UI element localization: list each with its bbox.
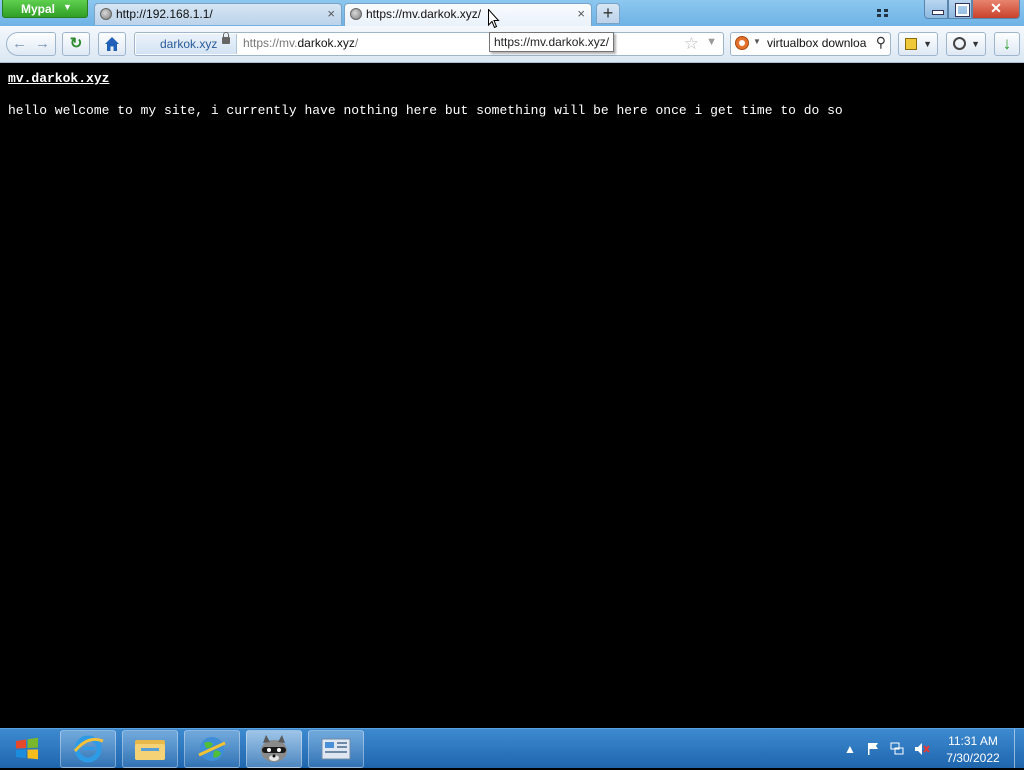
download-arrow-icon: ↓ — [1002, 34, 1012, 53]
downloads-button[interactable]: ↓ — [994, 32, 1020, 56]
identity-label: darkok.xyz — [160, 37, 218, 51]
home-button[interactable] — [98, 32, 126, 56]
action-center-flag-icon[interactable] — [866, 742, 880, 756]
close-tab-icon[interactable]: × — [577, 6, 585, 21]
url-input[interactable]: https://mv.darkok.xyz/ — [243, 36, 358, 50]
minimize-icon — [932, 10, 944, 15]
bookmarks-icon — [905, 38, 917, 50]
globe-icon — [350, 8, 362, 20]
start-button-windows-icon[interactable] — [6, 731, 48, 767]
history-clock-icon — [953, 37, 966, 50]
show-hidden-icons-icon[interactable]: ▲ — [843, 742, 857, 756]
taskbar-internet-explorer[interactable] — [60, 730, 116, 768]
restore-button[interactable] — [948, 0, 972, 19]
url-tooltip: https://mv.darkok.xyz/ — [489, 32, 615, 52]
taskbar: ▲ 11:31 AM 7/30/2022 — [0, 728, 1024, 768]
chevron-down-icon: ▼ — [923, 39, 932, 49]
search-bar[interactable]: ▼ virtualbox downloa ⚲ — [730, 32, 891, 56]
bookmark-star-icon[interactable]: ☆ — [684, 34, 699, 54]
forward-arrow-icon[interactable]: → — [35, 35, 50, 52]
url-domain: darkok.xyz — [297, 36, 355, 50]
search-engine-icon[interactable] — [735, 36, 749, 50]
network-icon[interactable] — [890, 742, 904, 756]
chevron-down-icon[interactable]: ▼ — [753, 37, 761, 46]
app-menu-button[interactable]: Mypal ▼ — [2, 0, 88, 18]
file-explorer-icon — [135, 740, 165, 760]
bookmarks-menu-button[interactable]: ▼ — [898, 32, 938, 56]
site-body-text: hello welcome to my site, i currently ha… — [8, 103, 843, 118]
chevron-down-icon: ▼ — [63, 2, 72, 12]
reload-icon: ↻ — [69, 35, 83, 52]
url-prefix: https://mv. — [243, 36, 298, 50]
volume-muted-icon[interactable] — [914, 742, 930, 756]
taskbar-raccoon-app[interactable] — [246, 730, 302, 768]
minimize-button[interactable] — [924, 0, 948, 19]
tab-title: https://mv.darkok.xyz/ — [366, 7, 482, 21]
close-window-button[interactable]: ✕ — [972, 0, 1020, 19]
internet-explorer-icon — [73, 735, 104, 763]
address-bar[interactable]: darkok.xyz https://mv.darkok.xyz/ ☆ ▼ — [134, 32, 724, 56]
back-arrow-icon[interactable]: ← — [12, 35, 27, 52]
network-globe-icon — [198, 737, 226, 761]
back-forward-buttons[interactable]: ← → — [6, 32, 56, 56]
mouse-cursor-icon — [488, 9, 500, 29]
taskbar-control-panel[interactable] — [308, 730, 364, 768]
globe-icon — [100, 8, 112, 20]
tab-router[interactable]: http://192.168.1.1/ × — [94, 3, 342, 25]
new-tab-button[interactable]: + — [596, 3, 620, 24]
home-icon — [105, 37, 119, 51]
search-icon[interactable]: ⚲ — [876, 34, 886, 51]
taskbar-file-explorer[interactable] — [122, 730, 178, 768]
site-heading: mv.darkok.xyz — [8, 71, 110, 86]
clock-date[interactable]: 7/30/2022 — [940, 751, 1006, 765]
url-history-dropdown-icon[interactable]: ▼ — [706, 36, 717, 48]
show-desktop-button[interactable] — [1014, 729, 1024, 768]
tab-darkok[interactable]: https://mv.darkok.xyz/ × — [344, 3, 592, 26]
url-suffix: / — [354, 36, 359, 50]
history-button[interactable]: ▼ — [946, 32, 986, 56]
raccoon-app-icon — [261, 735, 287, 762]
page-content: mv.darkok.xyz hello welcome to my site, … — [0, 63, 1024, 728]
tab-title: http://192.168.1.1/ — [116, 7, 213, 21]
chevron-down-icon: ▼ — [971, 39, 980, 49]
list-all-tabs-icon[interactable] — [876, 6, 890, 20]
taskbar-network-app[interactable] — [184, 730, 240, 768]
close-tab-icon[interactable]: × — [327, 6, 335, 21]
title-bar: Mypal ▼ http://192.168.1.1/ × https://mv… — [0, 0, 1024, 26]
lock-icon — [222, 32, 230, 44]
search-input[interactable]: virtualbox downloa — [767, 36, 871, 50]
app-menu-label: Mypal — [21, 2, 56, 16]
restore-icon — [955, 3, 970, 17]
site-identity-button[interactable]: darkok.xyz — [136, 32, 237, 54]
control-panel-icon — [321, 738, 351, 760]
reload-button[interactable]: ↻ — [62, 32, 90, 56]
clock-time[interactable]: 11:31 AM — [940, 734, 1006, 748]
